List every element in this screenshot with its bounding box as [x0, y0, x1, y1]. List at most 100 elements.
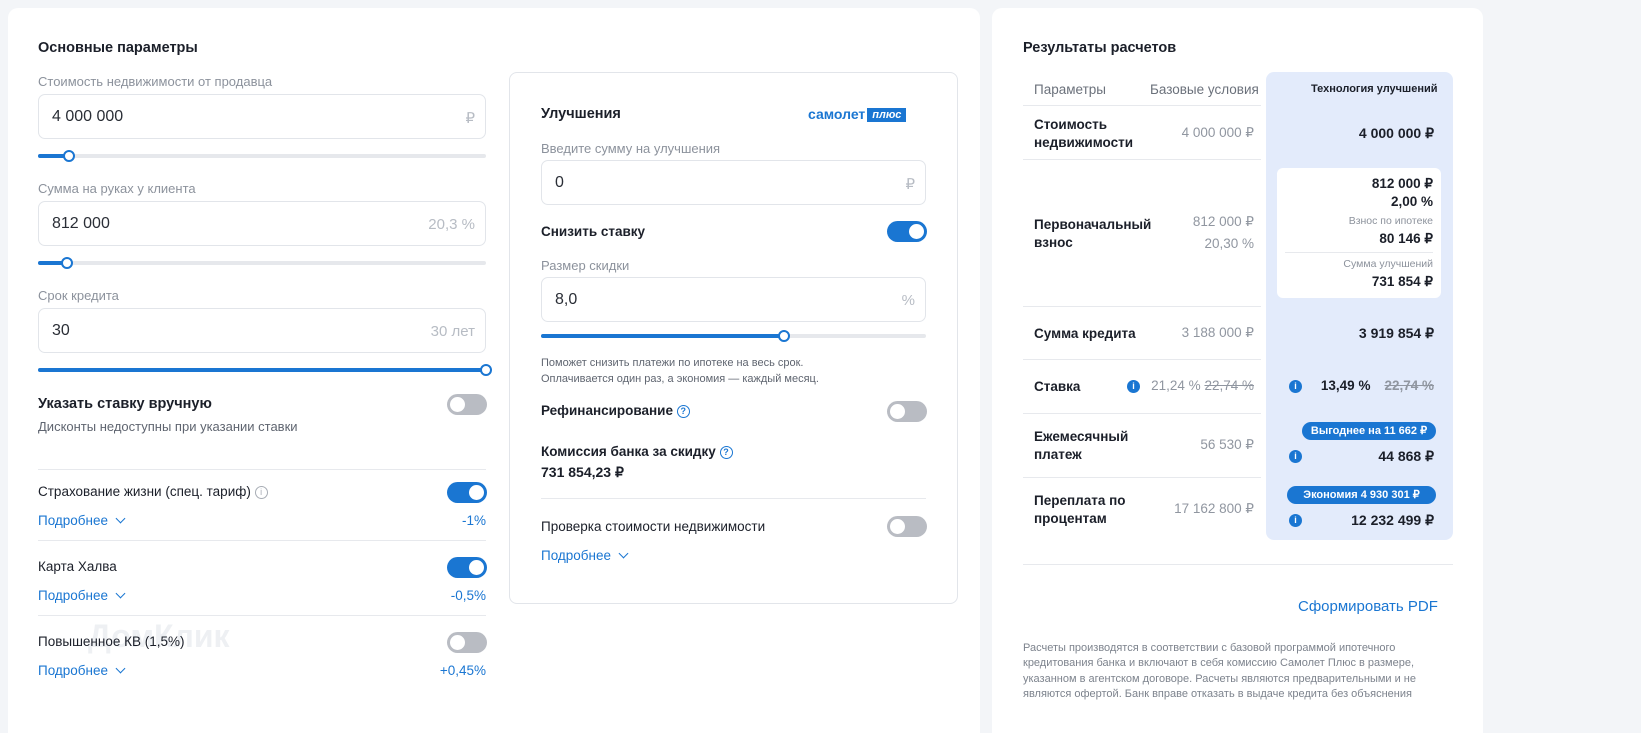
divider — [38, 615, 486, 616]
manual-rate-title: Указать ставку вручную — [38, 396, 212, 412]
check-value-more-link[interactable]: Подробнее — [541, 548, 629, 563]
improvement-sum-unit: ₽ — [905, 176, 915, 193]
option-insurance-label: Страхование жизни (спец. тариф) i — [38, 484, 268, 499]
samolet-plus-logo: самолет плюс — [808, 106, 907, 122]
improvements-title: Улучшения — [541, 106, 621, 122]
discount-hint-1: Поможет снизить платежи по ипотеке на ве… — [541, 357, 804, 369]
improvement-sum-input[interactable]: 0 ₽ — [541, 160, 926, 205]
manual-rate-toggle[interactable] — [447, 394, 487, 415]
row-monthly-improved: 44 868 ₽ — [1378, 448, 1434, 464]
price-unit: ₽ — [465, 110, 475, 127]
main-params-title: Основные параметры — [38, 40, 198, 56]
main-params-card: Основные параметры Стоимость недвижимост… — [8, 8, 980, 733]
info-icon[interactable]: i — [254, 486, 268, 499]
row-cost-base: 4 000 000 ₽ — [1181, 125, 1254, 140]
commission-text: Комиссия банка за скидку — [541, 444, 716, 459]
column-header-params: Параметры — [1034, 82, 1106, 97]
chevron-down-icon — [115, 513, 126, 524]
lower-rate-toggle[interactable] — [887, 221, 927, 242]
discount-slider-handle[interactable] — [777, 330, 790, 342]
improvements-sum-label: Сумма улучшений — [1343, 258, 1433, 270]
term-slider-fill — [38, 368, 486, 372]
term-input[interactable]: 30 30 лет — [38, 308, 486, 353]
more-label: Подробнее — [541, 548, 612, 563]
rate-improved-old: 22,74 % — [1384, 378, 1434, 393]
discount-size-input[interactable]: 8,0 % — [541, 277, 926, 322]
lower-rate-label: Снизить ставку — [541, 224, 646, 239]
manual-rate-subtitle: Дисконты недоступны при указании ставки — [38, 419, 298, 434]
price-slider[interactable] — [38, 150, 486, 162]
row-loan-improved: 3 919 854 ₽ — [1358, 325, 1434, 341]
rate-base: 21,24 % — [1151, 378, 1201, 393]
divider — [541, 498, 926, 499]
discount-hint-2: Оплачивается один раз, а экономия — кажд… — [541, 373, 819, 385]
cash-slider-handle[interactable] — [61, 257, 74, 269]
mortgage-payment-value: 80 146 ₽ — [1379, 231, 1433, 246]
monthly-info-icon[interactable]: i — [1289, 450, 1302, 463]
divider — [38, 540, 486, 541]
term-label: Срок кредита — [38, 288, 119, 303]
help-icon[interactable]: ? — [676, 405, 690, 418]
overpay-info-icon[interactable]: i — [1289, 514, 1302, 527]
option-kv-value: +0,45% — [439, 663, 486, 678]
divider — [1023, 477, 1261, 478]
down-improved-amount: 812 000 ₽ — [1371, 176, 1433, 191]
check-value-toggle[interactable] — [887, 516, 927, 537]
divider — [1023, 105, 1261, 106]
divider — [1023, 159, 1261, 160]
row-cost-label: Стоимость недвижимости — [1034, 117, 1133, 150]
row-loan-base: 3 188 000 ₽ — [1181, 325, 1254, 340]
generate-pdf-link[interactable]: Сформировать PDF — [1298, 598, 1438, 615]
results-title: Результаты расчетов — [1023, 40, 1177, 56]
disclaimer-line: кредитования банка и включают в себя ком… — [1023, 657, 1415, 670]
more-label: Подробнее — [38, 513, 109, 528]
option-insurance-toggle[interactable] — [447, 482, 487, 503]
term-slider-handle[interactable] — [480, 364, 492, 376]
cash-input[interactable]: 812 000 20,3 % — [38, 201, 486, 246]
cash-percent: 20,3 % — [428, 216, 475, 233]
rate-base-info-icon[interactable]: i — [1127, 380, 1140, 393]
results-card: Результаты расчетов Параметры Базовые ус… — [992, 8, 1483, 733]
row-monthly-base: 56 530 ₽ — [1200, 437, 1254, 452]
option-kv-toggle[interactable] — [447, 632, 487, 653]
check-value-label: Проверка стоимости недвижимости — [541, 519, 766, 534]
option-halva-more-link[interactable]: Подробнее — [38, 588, 126, 603]
price-input[interactable]: 4 000 000 ₽ — [38, 94, 486, 139]
down-improved-percent: 2,00 % — [1390, 194, 1433, 209]
option-kv-more-link[interactable]: Подробнее — [38, 663, 126, 678]
option-insurance-discount: -1% — [461, 513, 486, 528]
chevron-down-icon — [115, 663, 126, 674]
brand-badge: плюс — [867, 108, 907, 122]
disclaimer-line: Расчеты производятся в соответствии с ба… — [1023, 642, 1396, 654]
option-insurance-more-link[interactable]: Подробнее — [38, 513, 126, 528]
down-payment-breakdown: 812 000 ₽ 2,00 % Взнос по ипотеке 80 146… — [1277, 168, 1441, 298]
divider — [1023, 564, 1453, 565]
option-halva-discount: -0,5% — [450, 588, 486, 603]
rate-base-values: 21,24 % 22,74 % — [1142, 378, 1254, 393]
row-monthly-label: Ежемесячный платеж — [1034, 429, 1129, 462]
row-rate-label: Ставка — [1034, 379, 1081, 394]
cash-slider[interactable] — [38, 257, 486, 269]
overpay-savings-badge: Экономия 4 930 301 ₽ — [1287, 486, 1436, 504]
term-slider[interactable] — [38, 364, 492, 376]
cash-label: Сумма на руках у клиента — [38, 181, 196, 196]
disclaimer-line: указанном в агентском договоре. Расчеты … — [1023, 672, 1417, 685]
rate-improved: 13,49 % — [1320, 378, 1371, 393]
chevron-down-icon — [618, 548, 629, 559]
discount-slider[interactable] — [541, 330, 926, 342]
price-slider-handle[interactable] — [63, 150, 76, 162]
option-kv-label: Повышенное КВ (1,5%) — [38, 634, 185, 649]
divider — [1023, 359, 1261, 360]
disclaimer-line: являются офертой. Банк вправе отказать в… — [1023, 687, 1412, 700]
refinance-toggle[interactable] — [887, 401, 927, 422]
row-overpay-label: Переплата по процентам — [1034, 493, 1126, 526]
column-header-base: Базовые условия — [1150, 82, 1259, 97]
row-down-base-percent: 20,30 % — [1204, 236, 1254, 251]
help-icon[interactable]: ? — [719, 446, 733, 459]
row-cost-improved: 4 000 000 ₽ — [1358, 125, 1434, 141]
option-halva-toggle[interactable] — [447, 557, 487, 578]
row-overpay-improved: 12 232 499 ₽ — [1351, 512, 1434, 528]
improvements-column-bg — [1266, 72, 1453, 540]
rate-improved-info-icon[interactable]: i — [1289, 380, 1302, 393]
disclaimer: Расчеты производятся в соответствии с ба… — [1023, 641, 1463, 702]
